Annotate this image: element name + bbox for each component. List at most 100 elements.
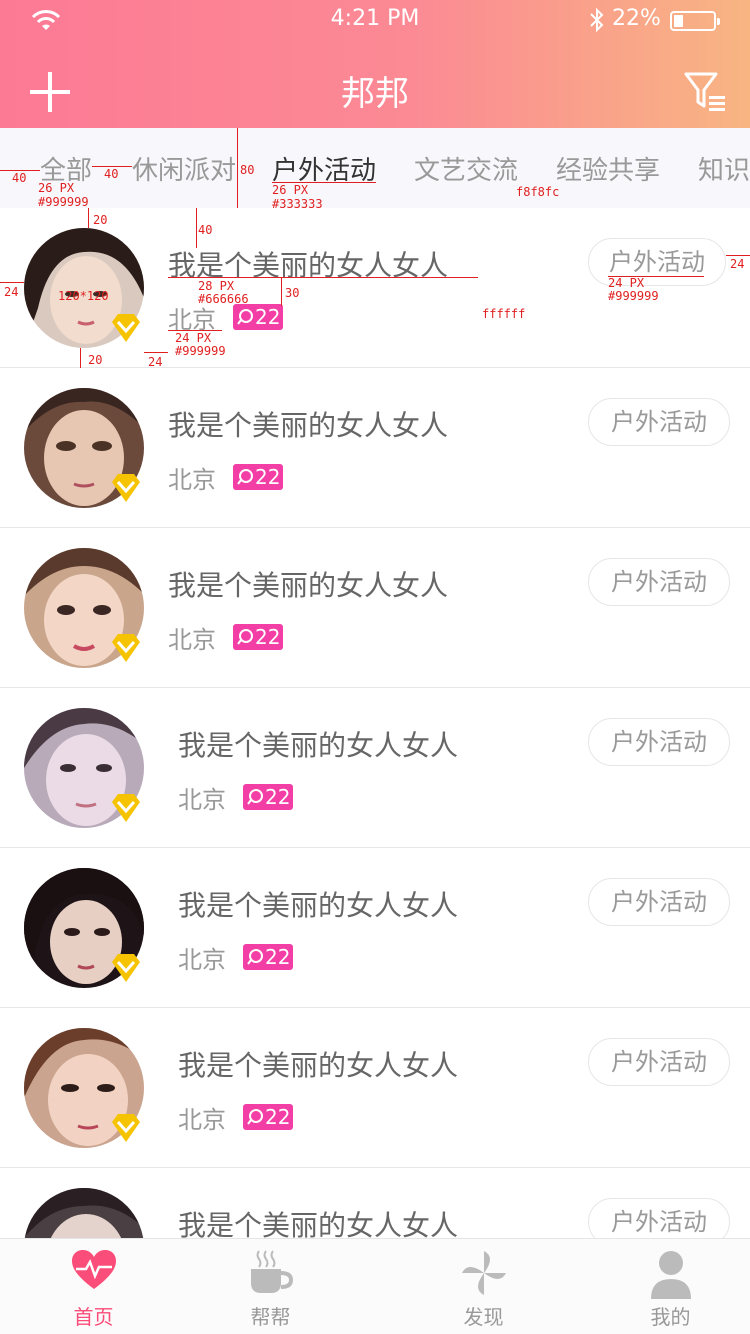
- item-title: 我是个美丽的女人女人: [178, 729, 459, 762]
- annotation-tab-left: 40: [12, 171, 27, 185]
- list-item[interactable]: 我是个美丽的女人女人 北京 22 户外活动: [0, 368, 750, 528]
- annotation-tab-bg: f8f8fc: [516, 185, 560, 199]
- vip-diamond-icon: [112, 1114, 140, 1142]
- vip-diamond-icon: [112, 634, 140, 662]
- annotation-name-gap: 30: [285, 286, 300, 300]
- item-title: 我是个美丽的女人女人: [168, 249, 449, 282]
- comment-badge: 22: [243, 784, 294, 810]
- nav-me[interactable]: 我的: [577, 1239, 750, 1334]
- annotation-tab-font: 26 PX: [38, 181, 75, 195]
- annotation-tag-color: #999999: [608, 289, 659, 303]
- annotation-line: [726, 255, 750, 256]
- annotation-name-color: #666666: [198, 292, 249, 306]
- annotation-line: [144, 352, 168, 353]
- annotation-tab-gap: 40: [104, 167, 119, 181]
- annotation-tag-font: 24 PX: [608, 276, 645, 290]
- annotation-avatar-bottom: 20: [88, 353, 103, 367]
- avatar[interactable]: [24, 1188, 144, 1238]
- comment-badge: 22: [233, 624, 284, 650]
- comment-icon: [237, 629, 253, 645]
- item-title: 我是个美丽的女人女人: [168, 409, 449, 442]
- comment-icon: [237, 469, 253, 485]
- comment-icon: [247, 1109, 263, 1125]
- annotation-name-top: 40: [198, 223, 213, 237]
- annotation-tag-right: 24: [730, 257, 745, 271]
- bottom-tab-bar: 首页 帮帮 发现 我的: [0, 1238, 750, 1334]
- annotation-line: [237, 128, 238, 208]
- comment-count: 22: [255, 465, 281, 489]
- annotation-city-font: 24 PX: [175, 331, 212, 345]
- annotation-line: [0, 282, 24, 283]
- nav-home[interactable]: 首页: [0, 1239, 187, 1334]
- comment-badge: 22: [233, 304, 284, 330]
- filter-icon[interactable]: [682, 68, 728, 114]
- annotation-avatar-left: 24: [4, 285, 19, 299]
- item-city: 北京: [168, 626, 216, 654]
- annotation-list-bg: ffffff: [482, 307, 526, 321]
- item-city: 北京: [178, 1106, 226, 1134]
- nav-help[interactable]: 帮帮: [177, 1239, 364, 1334]
- annotation-tab-height: 80: [240, 163, 255, 177]
- comment-badge: 22: [243, 1104, 294, 1130]
- category-tag[interactable]: 户外活动: [588, 398, 730, 446]
- vip-diamond-icon: [112, 314, 140, 342]
- item-city: 北京: [178, 946, 226, 974]
- list-item[interactable]: 我是个美丽的女人女人 北京 22 户外活动: [0, 688, 750, 848]
- vip-diamond-icon: [112, 794, 140, 822]
- page-title: 邦邦: [341, 74, 409, 114]
- category-tag[interactable]: 户外活动: [588, 1038, 730, 1086]
- nav-discover[interactable]: 发现: [390, 1239, 577, 1334]
- comment-icon: [247, 949, 263, 965]
- tab-experience[interactable]: 经验共享: [556, 150, 660, 187]
- bluetooth-icon: [590, 7, 604, 33]
- vip-diamond-icon: [112, 474, 140, 502]
- vip-diamond-icon: [112, 954, 140, 982]
- item-city: 北京: [178, 786, 226, 814]
- tab-leisure-party[interactable]: 休闲派对: [132, 150, 236, 187]
- annotation-avatar-size: 120*120: [58, 289, 109, 303]
- category-tag[interactable]: 户外活动: [588, 718, 730, 766]
- item-city: 北京: [168, 466, 216, 494]
- annotation-avatar-top: 20: [93, 213, 108, 227]
- app-header: 4:21 PM 22% 邦邦: [0, 0, 750, 128]
- annotation-line: [281, 278, 282, 306]
- coffee-cup-icon: [250, 1250, 293, 1293]
- annotation-line: [168, 277, 478, 278]
- category-tag[interactable]: 户外活动: [588, 558, 730, 606]
- pinwheel-icon: [461, 1251, 506, 1295]
- comment-count: 22: [255, 305, 281, 329]
- comment-badge: 22: [233, 464, 284, 490]
- post-list: 我是个美丽的女人女人 北京 22 户外活动 我是个美丽的女人女人 北京 22 户…: [0, 208, 750, 1238]
- comment-count: 22: [265, 945, 291, 969]
- annotation-name-font: 28 PX: [198, 279, 235, 293]
- annotation-city-color: #999999: [175, 344, 226, 358]
- item-title: 我是个美丽的女人女人: [178, 889, 459, 922]
- comment-count: 22: [255, 625, 281, 649]
- person-icon: [650, 1251, 691, 1299]
- annotation-avatar-gap: 24: [148, 355, 163, 369]
- nav-home-label: 首页: [73, 1305, 114, 1329]
- comment-icon: [247, 789, 263, 805]
- annotation-line: [196, 208, 197, 248]
- item-title: 我是个美丽的女人女人: [168, 569, 449, 602]
- annotation-tab-active-color: #333333: [272, 197, 323, 211]
- list-item[interactable]: 我是个美丽的女人女人 户外活动: [0, 1168, 750, 1238]
- category-tag[interactable]: 户外活动: [588, 1198, 730, 1238]
- heart-pulse-icon: [71, 1250, 116, 1289]
- list-item[interactable]: 我是个美丽的女人女人 北京 22 户外活动: [0, 848, 750, 1008]
- annotation-tab-active-font: 26 PX: [272, 183, 309, 197]
- category-tag[interactable]: 户外活动: [588, 878, 730, 926]
- comment-count: 22: [265, 785, 291, 809]
- status-bar: 4:21 PM 22%: [0, 0, 750, 42]
- battery-icon: [670, 11, 720, 31]
- item-title: 我是个美丽的女人女人: [178, 1209, 459, 1238]
- list-item[interactable]: 我是个美丽的女人女人 北京 22 户外活动: [0, 528, 750, 688]
- list-item[interactable]: 我是个美丽的女人女人 北京 22 户外活动: [0, 1008, 750, 1168]
- comment-icon: [237, 309, 253, 325]
- comment-count: 22: [265, 1105, 291, 1129]
- annotation-tab-color: #999999: [38, 195, 89, 209]
- battery-percent: 22%: [612, 6, 661, 31]
- tab-knowledge[interactable]: 知识: [698, 150, 750, 187]
- annotation-line: [88, 208, 89, 228]
- tab-arts[interactable]: 文艺交流: [414, 150, 518, 187]
